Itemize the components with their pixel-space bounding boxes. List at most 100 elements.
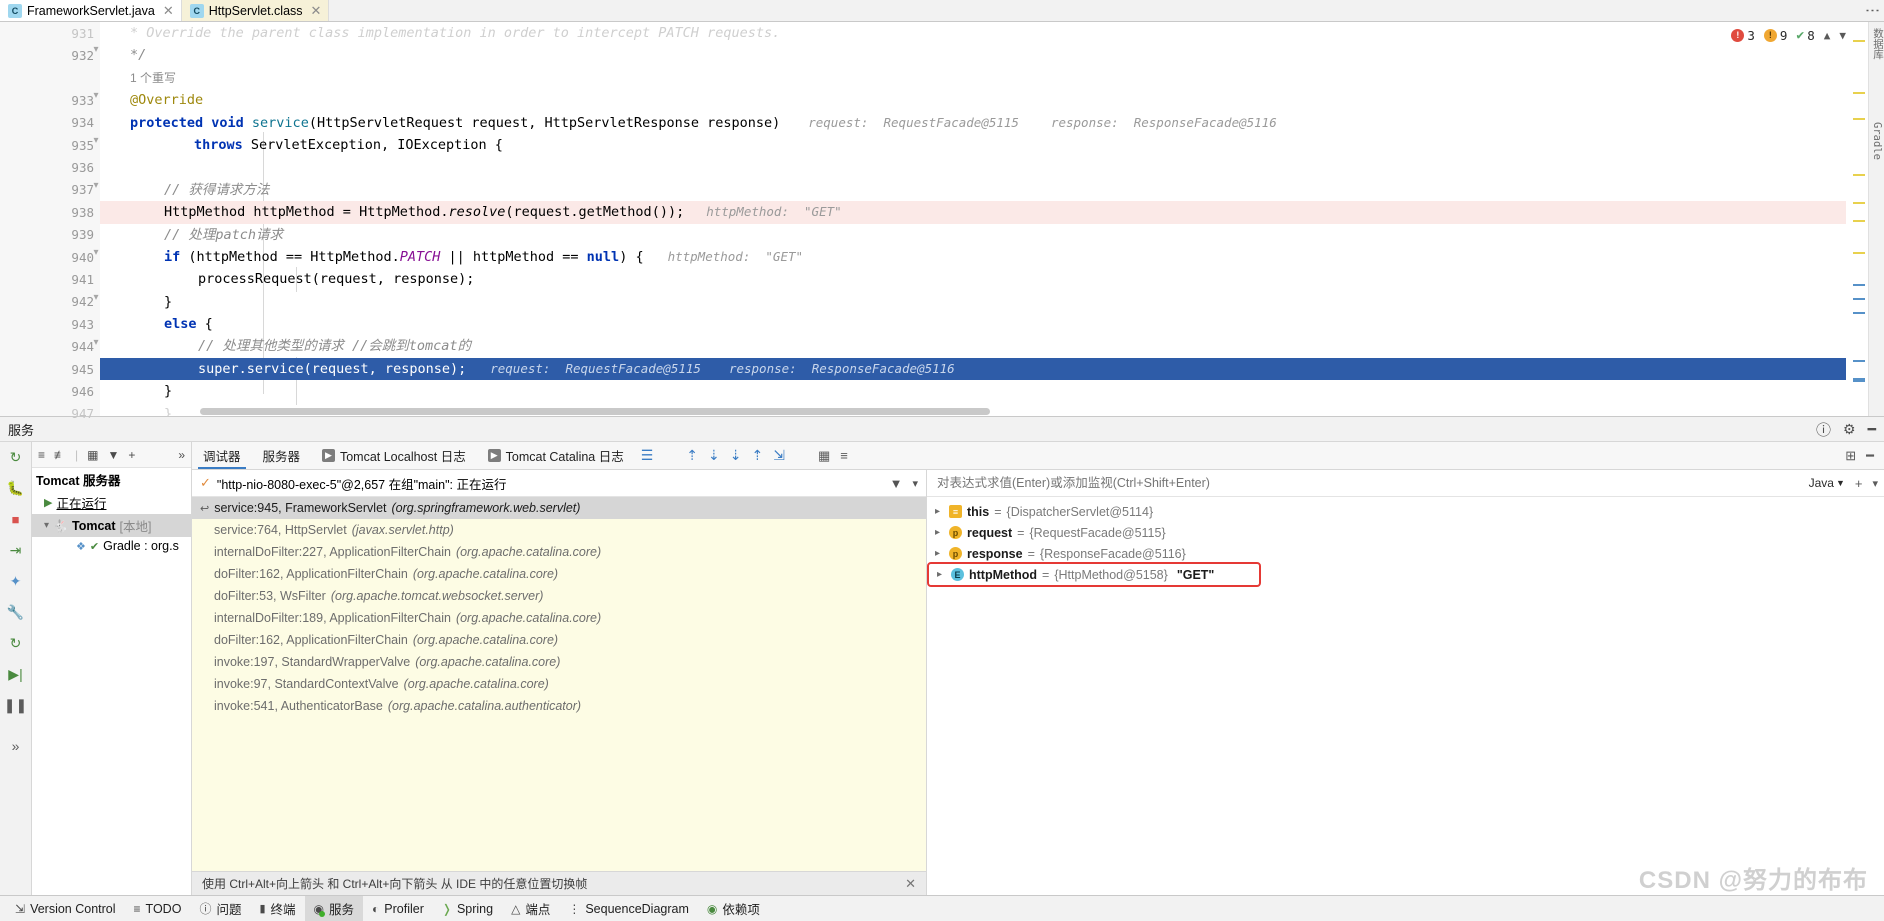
frame-row[interactable]: service:764, HttpServlet (javax.servlet.… — [192, 519, 926, 541]
minimize-icon[interactable]: ━ — [1866, 448, 1874, 464]
rail-label-gradle[interactable]: Gradle — [1869, 116, 1884, 166]
frame-row[interactable]: doFilter:162, ApplicationFilterChain (or… — [192, 563, 926, 585]
tab-tomcat-catalina-log[interactable]: ▶ Tomcat Catalina 日志 — [477, 442, 635, 469]
close-icon[interactable]: ✕ — [160, 3, 174, 19]
services-tree[interactable]: ≡ ≢ | ▦ ▼ + » Tomcat 服务器 ▶ 正在运行 ▾ 🐇 Tomc… — [32, 442, 192, 895]
tree-row-running[interactable]: ▶ 正在运行 — [32, 491, 191, 514]
status-bar[interactable]: ⇲ Version Control ≡ TODO ⓘ 问题 ▮ 终端 ◉ 服务 … — [0, 895, 1884, 921]
help-icon[interactable]: ⓘ — [1816, 419, 1831, 440]
right-tool-rail[interactable]: 数据库 Gradle — [1868, 22, 1884, 416]
code-editor[interactable]: 931 932 933 934 935 936 937 938 939 940 … — [0, 22, 1884, 421]
statusbar-services[interactable]: ◉ 服务 — [304, 896, 364, 921]
pause-icon[interactable]: ❚❚ — [4, 696, 27, 714]
call-stack-list[interactable]: ↩ service:945, FrameworkServlet (org.spr… — [192, 497, 926, 871]
tree-row-gradle[interactable]: ❖ ✔ Gradle : org.s — [32, 537, 191, 555]
filter-icon[interactable]: ▼ — [107, 448, 119, 462]
more-icon[interactable]: » — [178, 448, 185, 462]
tab-server[interactable]: 服务器 — [252, 442, 312, 469]
layout-icon[interactable]: ☰ — [641, 447, 654, 464]
close-icon[interactable]: ✕ — [308, 3, 322, 19]
services-tree-toolbar[interactable]: ≡ ≢ | ▦ ▼ + » — [32, 442, 191, 468]
code-usage-hint[interactable]: 1 个重写 — [100, 67, 1884, 89]
code-text-area[interactable]: * Override the parent class implementati… — [100, 22, 1884, 416]
editor-tab-frameworkservlet[interactable]: C FrameworkServlet.java ✕ — [0, 0, 182, 21]
frame-row[interactable]: doFilter:162, ApplicationFilterChain (or… — [192, 629, 926, 651]
chevron-right-icon[interactable]: ▸ — [937, 569, 946, 580]
chevron-right-icon[interactable]: ▸ — [935, 548, 944, 559]
variable-row-request[interactable]: ▸ p request = {RequestFacade@5115} — [927, 522, 1884, 543]
frame-row[interactable]: doFilter:53, WsFilter (org.apache.tomcat… — [192, 585, 926, 607]
editor-gutter[interactable]: 931 932 933 934 935 936 937 938 939 940 … — [0, 22, 100, 421]
chevron-right-icon[interactable]: ▸ — [935, 527, 944, 538]
resume-icon[interactable]: ▶| — [7, 665, 25, 683]
debug-rerun-icon[interactable]: 🐛 — [7, 479, 25, 497]
tree-row-tomcat-local[interactable]: ▾ 🐇 Tomcat [本地] — [32, 514, 191, 537]
evaluate-expression-bar[interactable]: Java ▼ + ▾ — [927, 470, 1884, 497]
chevron-down-icon[interactable]: ▾ — [44, 520, 49, 531]
frames-actions[interactable]: ▼ ▾ — [890, 476, 918, 491]
watch-input[interactable] — [933, 476, 1803, 490]
frame-row[interactable]: internalDoFilter:189, ApplicationFilterC… — [192, 607, 926, 629]
frames-pane[interactable]: ✓ "http-nio-8080-exec-5"@2,657 在组"main":… — [192, 470, 927, 895]
step-over-icon[interactable]: ✦ — [7, 572, 25, 590]
statusbar-profiler[interactable]: ◐ Profiler — [363, 899, 433, 919]
statusbar-problems[interactable]: ⓘ 问题 — [190, 896, 250, 921]
thread-selector[interactable]: ✓ "http-nio-8080-exec-5"@2,657 在组"main":… — [192, 470, 926, 497]
group-icon[interactable]: ▦ — [87, 448, 98, 462]
rail-label-database[interactable]: 数据库 — [1869, 22, 1884, 66]
chevron-down-icon[interactable]: ▾ — [1872, 477, 1878, 490]
debugger-panel-controls[interactable]: ⊞ ━ — [1845, 442, 1884, 469]
language-selector[interactable]: Java ▼ — [1809, 476, 1845, 490]
editor-tab-httpservlet[interactable]: C HttpServlet.class ✕ — [181, 0, 330, 21]
step-into-icon[interactable]: ⇣ — [708, 447, 720, 464]
filter-icon[interactable]: ▼ — [890, 476, 903, 491]
evaluate-icon[interactable]: ▦ — [818, 448, 830, 464]
statusbar-version-control[interactable]: ⇲ Version Control — [6, 899, 125, 919]
debug-actions-toolbar[interactable]: ↻ 🐛 ■ ⇥ ✦ 🔧 ↻ ▶| ❚❚ » — [0, 442, 32, 895]
check-count[interactable]: ✔ 8 — [1796, 28, 1814, 43]
frame-row[interactable]: invoke:97, StandardContextValve (org.apa… — [192, 673, 926, 695]
expand-more-icon[interactable]: » — [7, 737, 25, 755]
variable-row-httpmethod[interactable]: ▸ E httpMethod = {HttpMethod@5158} "GET" — [927, 562, 1261, 587]
tree-row-tomcat-servers[interactable]: Tomcat 服务器 — [32, 468, 191, 491]
tab-debugger[interactable]: 调试器 — [192, 442, 252, 469]
tab-tomcat-localhost-log[interactable]: ▶ Tomcat Localhost 日志 — [311, 442, 477, 469]
variable-row-response[interactable]: ▸ p response = {ResponseFacade@5116} — [927, 543, 1884, 564]
rerun-icon[interactable]: ↻ — [7, 448, 25, 466]
inspection-widget[interactable]: ! 3 ! 9 ✔ 8 ▲ ▼ — [1731, 28, 1846, 43]
variables-list[interactable]: ▸ ≡ this = {DispatcherServlet@5114} ▸ p … — [927, 497, 1884, 895]
statusbar-endpoints[interactable]: △ 端点 — [502, 896, 559, 921]
refresh-icon[interactable]: ↻ — [7, 634, 25, 652]
chevron-right-icon[interactable]: ▸ — [935, 506, 944, 517]
settings-list-icon[interactable]: ≡ — [840, 448, 848, 463]
settings-wrench-icon[interactable]: 🔧 — [7, 603, 25, 621]
chevron-up-icon[interactable]: ▲ — [1824, 29, 1831, 42]
warning-count[interactable]: ! 9 — [1763, 28, 1787, 43]
frame-row[interactable]: invoke:197, StandardWrapperValve (org.ap… — [192, 651, 926, 673]
statusbar-todo[interactable]: ≡ TODO — [125, 899, 191, 919]
statusbar-dependencies[interactable]: ◉ 依赖项 — [698, 896, 769, 921]
add-icon[interactable]: + — [128, 448, 135, 462]
debugger-tab-bar[interactable]: 调试器 服务器 ▶ Tomcat Localhost 日志 ▶ Tomcat C… — [192, 442, 1884, 470]
step-up-icon[interactable]: ⇡ — [752, 447, 764, 464]
statusbar-spring[interactable]: ❭ Spring — [433, 899, 502, 919]
run-to-cursor-icon[interactable]: ⇲ — [773, 447, 785, 464]
chevron-down-icon[interactable]: ▼ — [1839, 29, 1846, 42]
editor-horizontal-scrollbar[interactable] — [200, 407, 1844, 416]
step-out-icon[interactable]: ⇡ — [686, 447, 698, 464]
add-watch-icon[interactable]: + — [1851, 476, 1867, 491]
force-step-into-icon[interactable]: ⇣ — [730, 447, 742, 464]
more-options-icon[interactable]: ⋮ — [1864, 3, 1881, 18]
stop-icon[interactable]: ■ — [7, 510, 25, 528]
frame-row-current[interactable]: ↩ service:945, FrameworkServlet (org.spr… — [192, 497, 926, 519]
variable-row-this[interactable]: ▸ ≡ this = {DispatcherServlet@5114} — [927, 501, 1884, 522]
editor-marker-strip[interactable] — [1846, 22, 1868, 416]
close-icon[interactable]: ✕ — [905, 876, 916, 892]
chevron-down-icon[interactable]: ▾ — [912, 477, 918, 490]
gear-icon[interactable]: ⚙ — [1843, 421, 1856, 438]
collapse-all-icon[interactable]: ≢ — [54, 448, 66, 462]
resume-program-icon[interactable]: ⇥ — [7, 541, 25, 559]
frame-row[interactable]: invoke:541, AuthenticatorBase (org.apach… — [192, 695, 926, 717]
minimize-icon[interactable]: ━ — [1868, 421, 1876, 438]
frame-row[interactable]: internalDoFilter:227, ApplicationFilterC… — [192, 541, 926, 563]
